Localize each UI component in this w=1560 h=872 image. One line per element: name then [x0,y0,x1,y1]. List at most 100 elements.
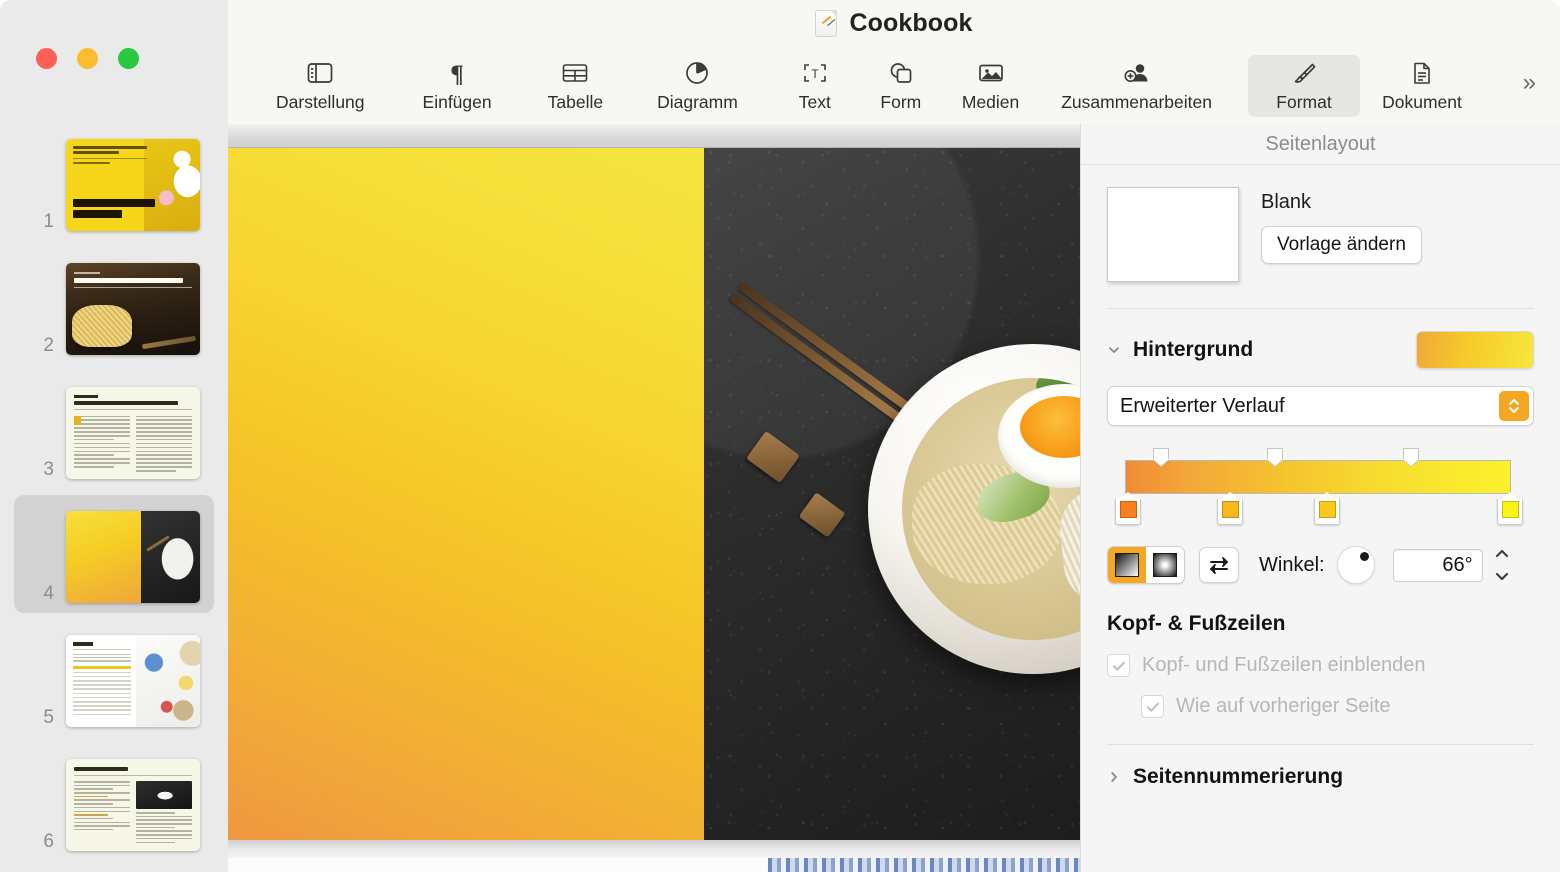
page-number-label: 5 [43,707,54,728]
gradient-opacity-stop[interactable] [1403,448,1419,466]
toolbar-label: Text [798,91,831,112]
gradient-opacity-stop[interactable] [1267,448,1283,466]
radial-gradient-option[interactable] [1146,547,1184,583]
swap-gradient-colors-button[interactable] [1199,547,1239,583]
toolbar-overflow-button[interactable]: » [1517,69,1538,103]
chopsticks-photo [141,335,197,350]
gradient-type-segmented-control[interactable] [1107,546,1185,584]
angle-label: Winkel: [1259,553,1325,576]
toolbar-button-text[interactable]: T Text [778,55,852,117]
page-thumbnail-item[interactable]: 6 [0,743,228,867]
current-page[interactable] [228,148,1080,840]
gradient-color-stop[interactable] [1497,492,1523,526]
toolbar-label: Diagramm [657,91,738,112]
page-thumbnail-item-selected[interactable]: 4 [0,495,228,619]
angle-value-field[interactable]: 66° [1392,548,1483,582]
fill-type-value: Erweiterter Verlauf [1120,394,1285,417]
chevron-right-icon[interactable] [1107,770,1121,784]
close-window-button[interactable] [36,48,57,69]
chapter-heading-lines [74,272,192,288]
sidebar-view-icon [307,60,333,87]
svg-text:T: T [811,67,819,81]
template-preview-thumbnail[interactable] [1107,187,1239,282]
chevron-down-icon[interactable] [1107,343,1121,357]
toolbar-button-format[interactable]: Format [1248,54,1360,117]
page-thumbnail-preview[interactable] [66,635,200,727]
ramen-bowl-image-part [868,344,1080,674]
document-title[interactable]: Cookbook [849,9,972,38]
table-grid-icon [562,60,588,87]
same-as-previous-page-label: Wie auf vorheriger Seite [1176,695,1391,717]
toolbar-label: Tabelle [547,91,604,112]
page-thumbnail-preview[interactable] [66,139,200,231]
chevron-updown-icon[interactable] [1499,391,1529,421]
page-thumbnail-preview[interactable] [66,511,200,603]
toolbar-label: Zusammenarbeiten [1061,91,1212,112]
page-thumbnail-item[interactable]: 5 [0,619,228,743]
toolbar-button-zusammenarbeiten[interactable]: Zusammenarbeiten [1049,55,1224,117]
shapes-icon [888,60,914,87]
ingredients-photo [135,635,200,727]
window-traffic-lights [36,48,139,69]
inline-photo [136,781,192,809]
checkbox-checked-icon[interactable] [1141,695,1164,718]
page-thumbnail-item[interactable]: 2 [0,247,228,371]
checkbox-checked-icon[interactable] [1107,654,1130,677]
page-gap-bottom [228,840,1080,858]
toolbar-button-darstellung[interactable]: Darstellung [264,55,377,117]
fill-type-select[interactable]: Erweiterter Verlauf [1107,386,1534,426]
toolbar-button-dokument[interactable]: Dokument [1366,55,1478,117]
window-titlebar: Cookbook [228,0,1560,47]
gradient-half [66,511,142,603]
gradient-editor[interactable] [1107,448,1534,525]
page-gradient-background[interactable] [228,148,704,840]
wood-block-image-part [746,430,800,484]
page-thumbnail-preview[interactable] [66,759,200,851]
angle-dial-control[interactable] [1336,546,1375,584]
toolbar-button-diagramm[interactable]: Diagramm [645,55,750,117]
gradient-opacity-stop[interactable] [1153,448,1169,466]
background-section-header[interactable]: Hintergrund [1107,309,1534,369]
zoom-window-button[interactable] [118,48,139,69]
add-person-icon [1123,60,1151,87]
linear-gradient-icon [1115,553,1139,577]
page-thumbnail-preview[interactable] [66,387,200,479]
svg-text:¶: ¶ [450,61,464,85]
minimize-window-button[interactable] [77,48,98,69]
format-inspector-panel: Seitenlayout Blank Vorlage ändern Hinter… [1080,124,1560,872]
next-page-edge [228,858,1080,872]
page-gap-top [228,124,1080,148]
text-box-icon: T [802,60,828,87]
page-image-ramen-bowl[interactable] [704,148,1080,840]
document-canvas[interactable] [228,124,1080,872]
page-thumbnail-list[interactable]: 1 2 3 4 5 6 [0,120,228,872]
same-as-previous-page-row[interactable]: Wie auf vorheriger Seite [1141,695,1534,718]
page-thumbnail-preview[interactable] [66,263,200,355]
angle-stepper[interactable] [1491,546,1513,584]
toolbar-button-medien[interactable]: Medien [950,55,1031,117]
page-navigator-sidebar: 1 2 3 4 5 6 [0,0,228,872]
document-icon [1411,60,1433,87]
radial-gradient-icon [1153,553,1177,577]
change-template-button[interactable]: Vorlage ändern [1261,226,1422,264]
pages-document-icon [815,10,838,37]
gradient-color-stop[interactable] [1314,492,1340,526]
toolbar-button-form[interactable]: Form [864,55,938,117]
toolbar-button-tabelle[interactable]: Tabelle [536,55,615,117]
show-headers-footers-row[interactable]: Kopf- und Fußzeilen einblenden [1107,654,1534,677]
show-headers-footers-label: Kopf- und Fußzeilen einblenden [1142,654,1426,676]
gradient-color-stop[interactable] [1115,492,1141,526]
page-thumbnail-item[interactable]: 3 [0,371,228,495]
gradient-preview-bar[interactable] [1125,460,1511,494]
broth-image-part [902,378,1080,640]
template-section: Blank Vorlage ändern [1107,165,1534,282]
page-thumbnail-item[interactable]: 1 [0,123,228,247]
linear-gradient-option[interactable] [1108,547,1146,583]
gradient-color-stop[interactable] [1217,492,1243,526]
page-numbering-section-header[interactable]: Seitennummerierung [1107,745,1534,789]
toolbar-button-einfuegen[interactable]: ¶ Einfügen [411,55,504,117]
ramen-photo-half [141,511,200,603]
background-color-swatch[interactable] [1416,331,1534,369]
toolbar-label: Format [1276,91,1332,112]
pages-app-window: 1 2 3 4 5 6 Cookbook Darstellung ¶ Einfü… [0,0,1560,872]
